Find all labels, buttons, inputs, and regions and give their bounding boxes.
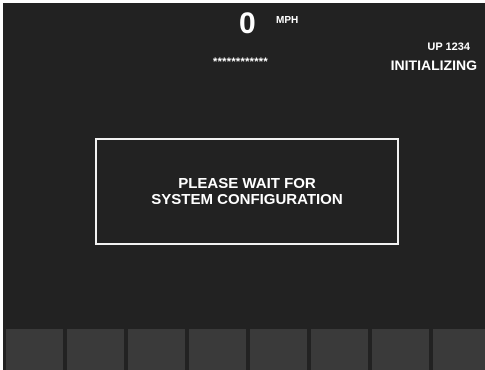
softkey-3[interactable]	[128, 329, 185, 370]
status-text: INITIALIZING	[390, 57, 477, 73]
softkey-7[interactable]	[372, 329, 429, 370]
softkey-bar	[6, 329, 485, 370]
softkey-5[interactable]	[250, 329, 307, 370]
masked-field: ************	[213, 56, 268, 68]
message-line-2: SYSTEM CONFIGURATION	[151, 190, 343, 208]
speed-value: 0	[239, 7, 256, 40]
message-box: PLEASE WAIT FOR SYSTEM CONFIGURATION	[95, 138, 399, 245]
softkey-6[interactable]	[311, 329, 368, 370]
softkey-1[interactable]	[6, 329, 63, 370]
softkey-2[interactable]	[67, 329, 124, 370]
display-screen: 0 MPH ************ UP 1234 INITIALIZING …	[3, 3, 485, 370]
softkey-4[interactable]	[189, 329, 246, 370]
speed-unit: MPH	[276, 15, 299, 26]
unit-id: UP 1234	[427, 41, 470, 53]
softkey-8[interactable]	[433, 329, 485, 370]
message-line-1: PLEASE WAIT FOR	[178, 174, 316, 192]
